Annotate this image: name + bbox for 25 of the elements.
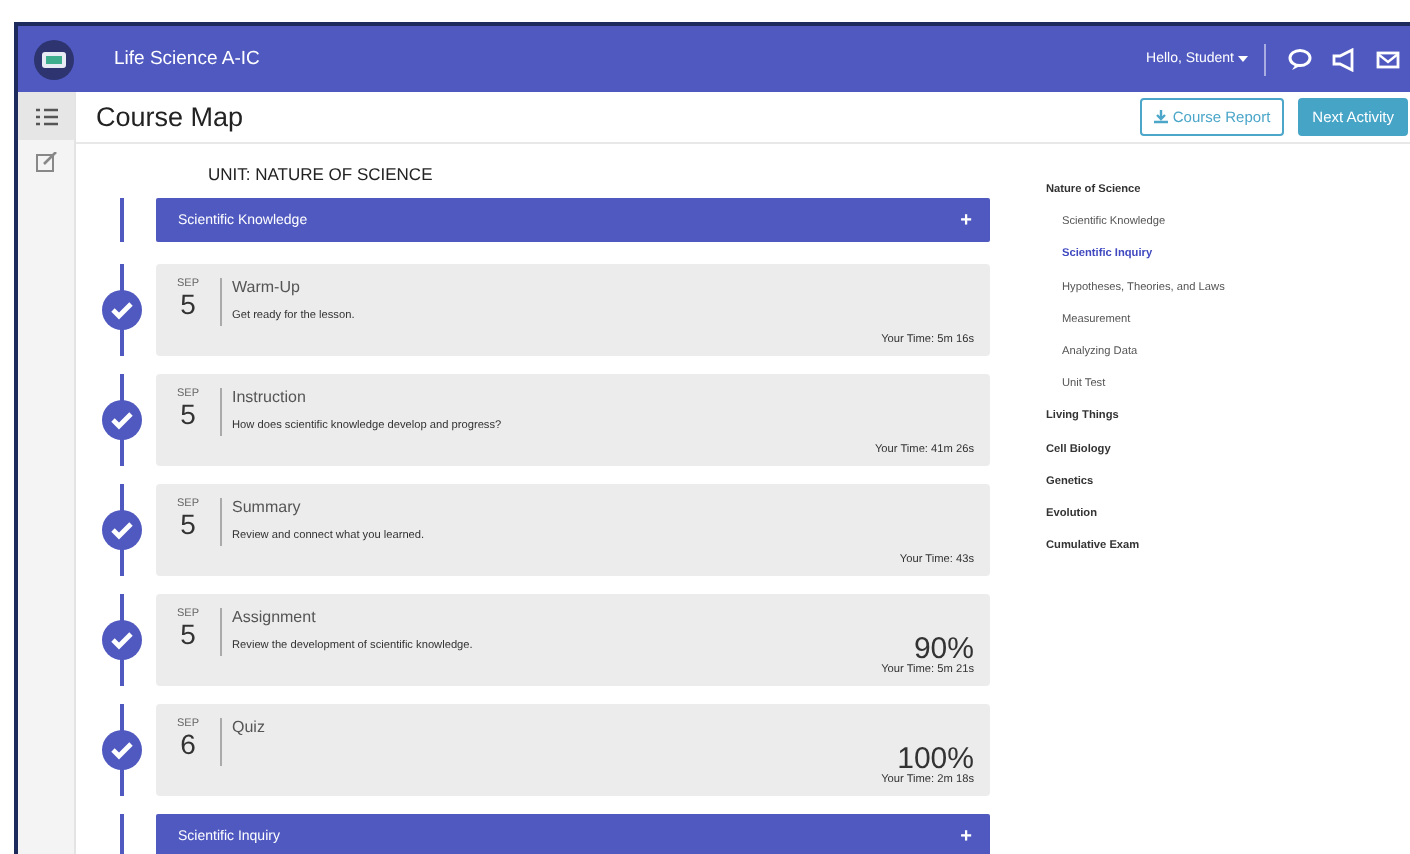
edit-icon[interactable] [35, 152, 57, 172]
activity-title: Instruction [232, 388, 308, 406]
activity-title: Summary [232, 498, 303, 516]
download-icon [1154, 110, 1169, 124]
course-logo-icon [34, 39, 74, 79]
date-day: 5 [180, 510, 196, 540]
activity-score: 100% [897, 746, 974, 774]
list-icon[interactable] [35, 107, 57, 125]
page-title: Course Map [96, 102, 246, 132]
activity-title: Assignment [232, 608, 318, 626]
expand-toggle[interactable]: + [960, 825, 972, 847]
date-day: 5 [180, 290, 196, 320]
mail-icon[interactable] [1376, 47, 1400, 71]
megaphone-icon[interactable] [1332, 47, 1356, 71]
course-title: Life Science A-IC [114, 48, 262, 70]
chat-icon[interactable] [1288, 47, 1312, 71]
date-day: 6 [180, 730, 196, 760]
date-day: 5 [180, 400, 196, 430]
expand-toggle[interactable]: + [960, 209, 972, 231]
date-day: 5 [180, 620, 196, 650]
unit-title: UNIT: NATURE OF SCIENCE [208, 164, 435, 184]
activity-title: Quiz [232, 718, 267, 736]
caret-icon [1238, 55, 1248, 63]
activity-title: Warm-Up [232, 278, 302, 296]
activity-score: 90% [913, 636, 974, 664]
